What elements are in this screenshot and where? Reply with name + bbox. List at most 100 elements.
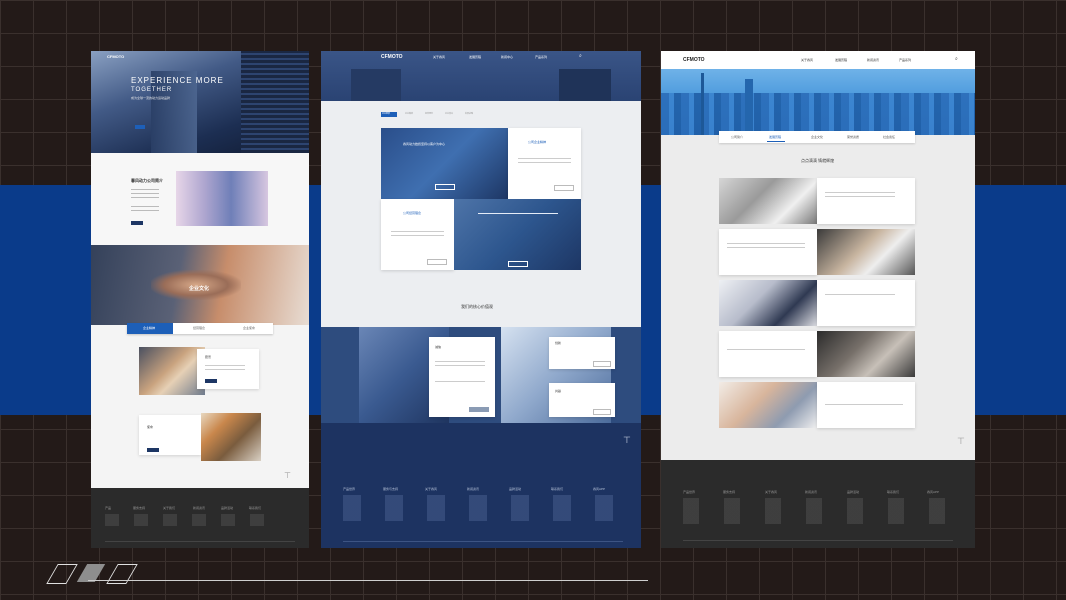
tile-image-1: 春风动力始终坚持以客户为中心 (381, 128, 508, 199)
hero-title: EXPERIENCE MORE (131, 76, 224, 85)
footer-heading[interactable]: 关于春风 (765, 490, 777, 494)
footer-heading[interactable]: 联系我们 (887, 490, 899, 494)
footer-heading[interactable]: 联系我们 (249, 506, 261, 510)
hero-skyline (661, 69, 975, 135)
footer-heading[interactable]: 品牌活动 (221, 506, 233, 510)
tile2-button[interactable] (554, 185, 574, 191)
value-card-button[interactable] (469, 407, 489, 412)
search-icon[interactable]: ⌕ (579, 53, 582, 59)
site-logo[interactable]: CFMOTO (381, 54, 403, 60)
footer-heading[interactable]: 产品世界 (683, 490, 695, 494)
value-card-side-1: 创新 (549, 337, 615, 369)
footer-heading[interactable]: 春风APP (927, 490, 939, 494)
footer-link-block (343, 495, 613, 521)
news-image-2 (817, 229, 915, 275)
news-image-1 (719, 178, 817, 224)
back-to-top-icon[interactable]: ⊤ (957, 436, 965, 447)
tab-philosophy[interactable]: 经营理念 (425, 112, 433, 115)
card-title: 愿景 (205, 355, 212, 359)
active-tab-indicator (767, 141, 785, 142)
back-to-top-icon[interactable]: ⊤ (284, 471, 291, 480)
intro-section: 春风动力公司简介 (91, 153, 309, 245)
card-image-2 (201, 413, 261, 461)
news-text-line (825, 196, 895, 197)
value-card-main: 诚信 (429, 337, 495, 417)
value-side-button[interactable] (593, 361, 611, 367)
nav-item[interactable]: 发展历程 (835, 58, 847, 62)
footer-heading[interactable]: 品牌活动 (847, 490, 859, 494)
nav-item[interactable]: 关于春风 (433, 55, 445, 59)
footer-heading[interactable]: 春风APP (593, 487, 605, 491)
tile-text-line (518, 158, 571, 159)
intro-text-line (131, 193, 159, 194)
footer-heading[interactable]: 品牌活动 (509, 487, 521, 491)
footer-heading[interactable]: 新闻资讯 (193, 506, 205, 510)
tab-bar: 企业愿景 企业精神 经营理念 企业使命 发展战略 (381, 112, 581, 118)
tile3-title: 公司经营理念 (403, 211, 422, 215)
tile-card-2: 公司企业精神 (508, 128, 581, 199)
card-more-button[interactable] (147, 448, 159, 452)
tab-mission[interactable]: 企业使命 (445, 112, 453, 115)
culture-tabs: 企业精神 经营理念 企业使命 (127, 323, 273, 334)
building-right (559, 69, 611, 101)
footer-heading[interactable]: 新闻资讯 (805, 490, 817, 494)
building-left (351, 69, 401, 101)
nav-item[interactable]: 产品系列 (535, 55, 547, 59)
section-title: 我们的核心价值观 (461, 304, 493, 309)
hero-more-button[interactable] (135, 125, 145, 129)
footer-heading[interactable]: 联系我们 (551, 487, 563, 491)
tab-label: 企业愿景 (382, 113, 391, 115)
nav-item[interactable]: 发展历程 (469, 55, 481, 59)
nav-item[interactable]: 关于春风 (801, 58, 813, 62)
tile-text-line (391, 231, 444, 232)
site-logo[interactable]: CFMOTO (107, 54, 124, 59)
footer-heading[interactable]: 产品 (105, 506, 111, 510)
tab-bar: 公司简介 发展历程 企业文化 荣誉资质 社会责任 (719, 131, 915, 143)
nav-item[interactable]: 产品系列 (899, 58, 911, 62)
tile3-button[interactable] (427, 259, 447, 265)
news-text-5 (817, 382, 915, 428)
value-side-button[interactable] (593, 409, 611, 415)
card-text-line (435, 365, 485, 366)
tab-strategy[interactable]: 发展战略 (465, 112, 473, 115)
intro-text-line (131, 197, 159, 198)
news-text-line (825, 192, 895, 193)
footer-heading[interactable]: 产品世界 (343, 487, 355, 491)
intro-more-button[interactable] (131, 221, 143, 225)
tab-mission[interactable]: 企业使命 (227, 323, 273, 334)
tab-responsibility[interactable]: 社会责任 (883, 135, 895, 139)
tab-spirit[interactable]: 企业精神 (405, 112, 413, 115)
factory-image (176, 171, 268, 226)
footer-heading[interactable]: 服务与支持 (383, 487, 398, 491)
news-text-line (727, 349, 805, 350)
hero-subtitle: TOGETHER (131, 87, 173, 93)
tile-text-line (391, 235, 444, 236)
tile1-button[interactable] (435, 184, 455, 190)
card-more-button[interactable] (205, 379, 217, 383)
tab-history[interactable]: 发展历程 (769, 135, 781, 139)
vision-card: 愿景 (197, 349, 259, 389)
footer-heading[interactable]: 关于我们 (163, 506, 175, 510)
site-logo[interactable]: CFMOTO (683, 57, 705, 63)
footer-heading[interactable]: 新闻资讯 (467, 487, 479, 491)
tile-text-line (478, 213, 558, 214)
tab-culture[interactable]: 企业文化 (811, 135, 823, 139)
skyline-buildings (661, 93, 975, 135)
footer-heading[interactable]: 服务支持 (133, 506, 145, 510)
news-text-1 (817, 178, 915, 224)
footer-heading[interactable]: 关于春风 (425, 487, 437, 491)
tab-profile[interactable]: 公司简介 (731, 135, 743, 139)
back-to-top-icon[interactable]: ⊤ (623, 435, 631, 446)
intro-title: 春风动力公司简介 (131, 178, 163, 183)
tab-honor[interactable]: 荣誉资质 (847, 135, 859, 139)
tab-spirit[interactable]: 企业精神 (127, 323, 173, 334)
footer-copyright (683, 540, 953, 541)
tab-vision[interactable]: 企业愿景 (381, 112, 397, 117)
nav-item[interactable]: 新闻中心 (501, 55, 513, 59)
footer-copyright (343, 541, 623, 542)
tile4-button[interactable] (508, 261, 528, 267)
footer-heading[interactable]: 服务支持 (723, 490, 735, 494)
search-icon[interactable]: ⌕ (955, 56, 958, 62)
tab-philosophy[interactable]: 经营理念 (177, 323, 223, 334)
nav-item[interactable]: 新闻资讯 (867, 58, 879, 62)
